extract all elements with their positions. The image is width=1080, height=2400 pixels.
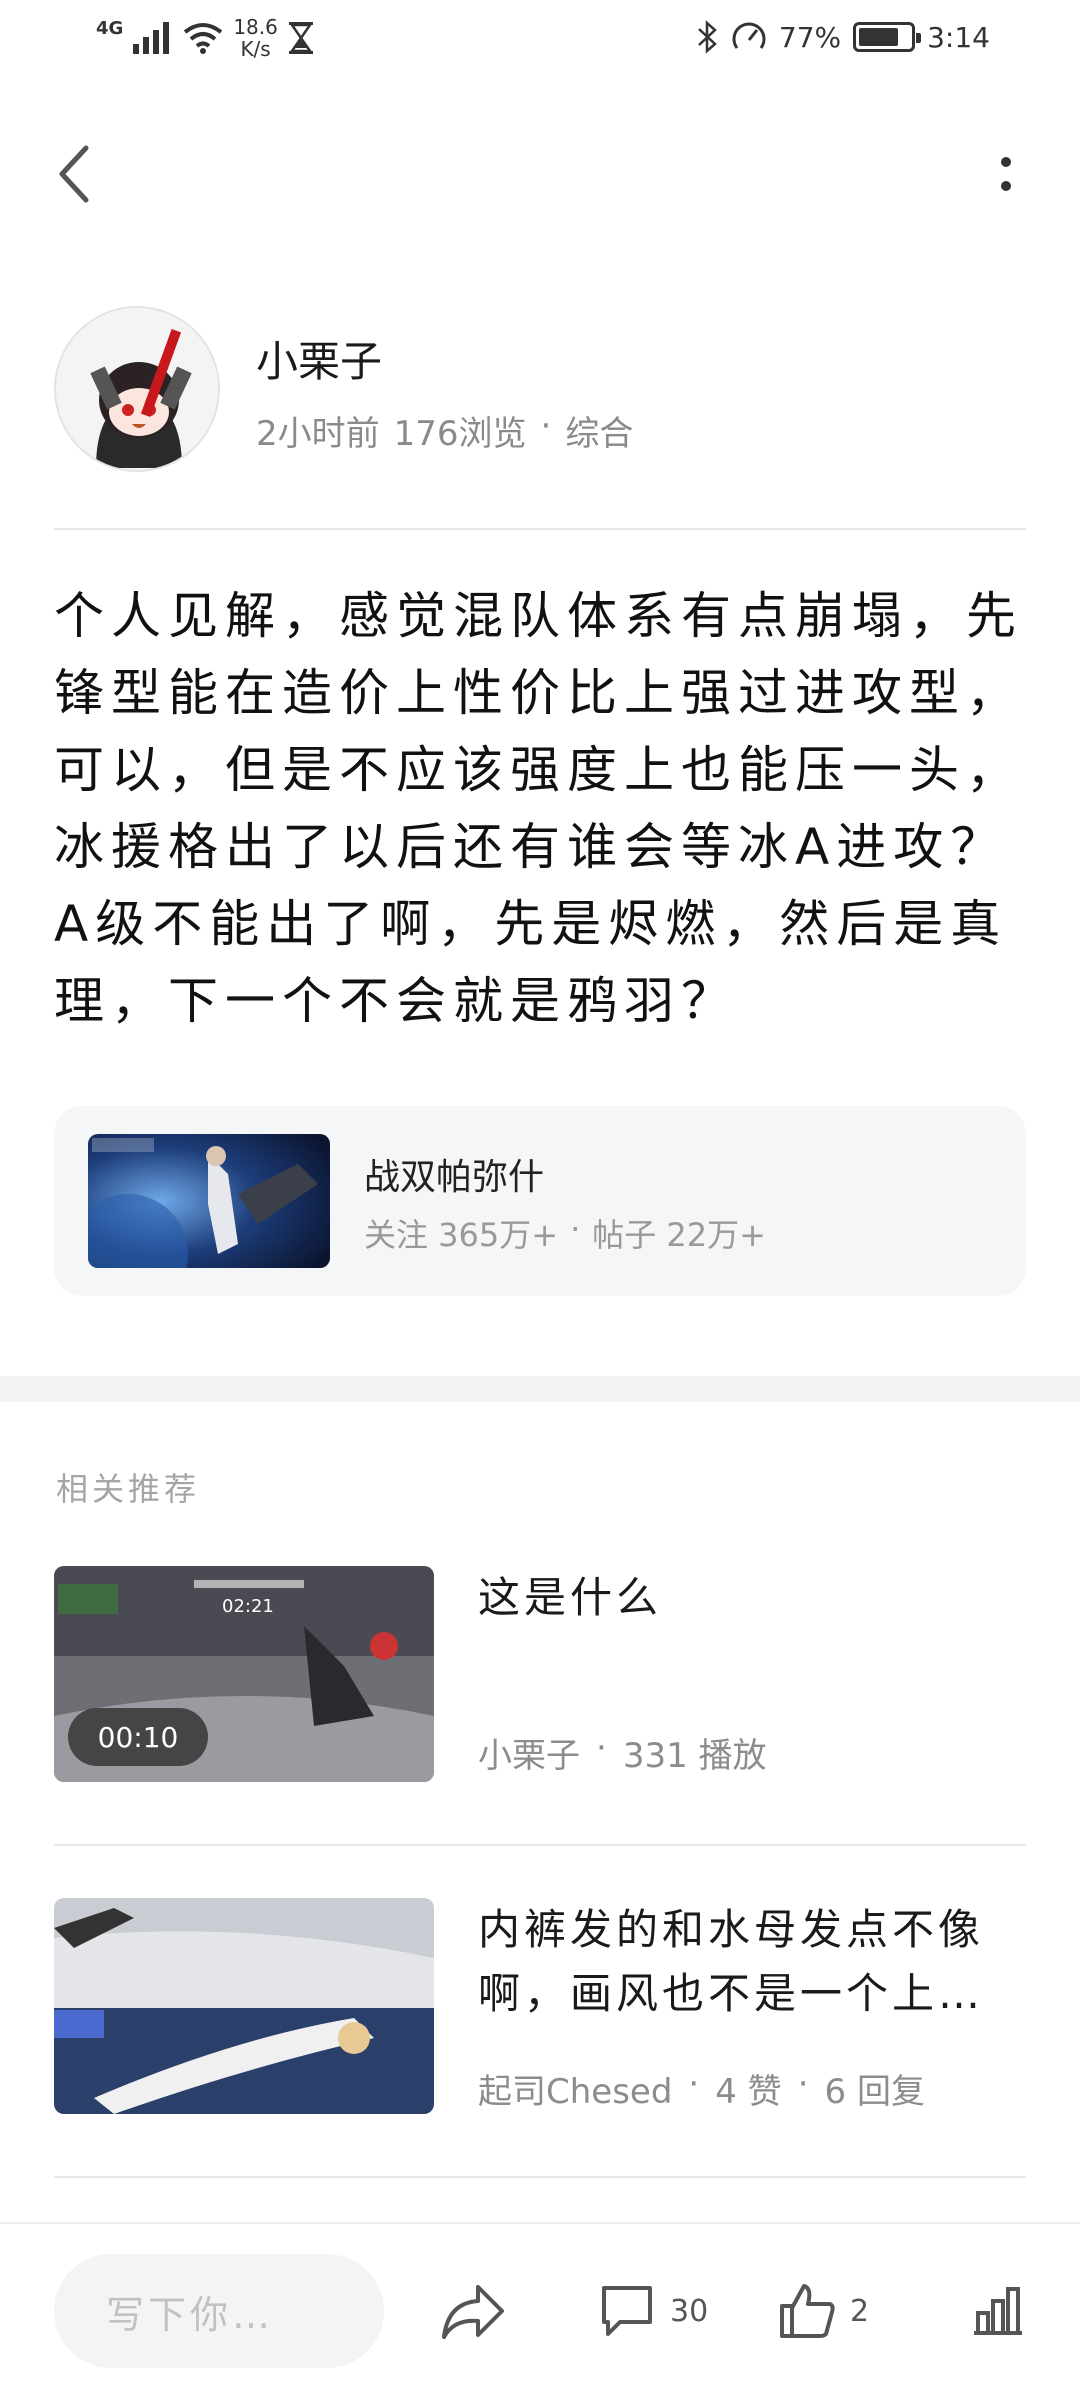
section-gap	[0, 1376, 1080, 1402]
author-name[interactable]: 小栗子	[256, 328, 382, 389]
recommend-author: 小栗子	[478, 1736, 580, 1776]
recommend-item[interactable]: 内裤发的和水母发点不像啊，画风也不是一个上… 起司Chesed · 4 赞 · …	[54, 1898, 1026, 2116]
chevron-left-icon	[59, 145, 89, 203]
recommend-section-title: 相关推荐	[56, 1470, 201, 1508]
recommend-title: 内裤发的和水母发点不像啊，画风也不是一个上…	[478, 1905, 985, 2018]
community-followers: 关注 365万+	[364, 1216, 559, 1254]
bar-chart-icon	[974, 2287, 1022, 2335]
like-count: 4 赞	[715, 2072, 782, 2112]
speed-value: 18.6	[233, 15, 278, 39]
reply-count: 6 回复	[824, 2072, 925, 2112]
community-stats: 关注 365万+ · 帖子 22万+	[364, 1210, 766, 1256]
play-count: 331 播放	[622, 1736, 767, 1776]
status-left: 4G 18.6 K/s	[96, 16, 314, 60]
status-bar: 4G 18.6 K/s 77% 3:14	[0, 0, 1080, 80]
community-card[interactable]: 战双帕弥什 关注 365万+ · 帖子 22万+	[54, 1106, 1026, 1296]
stats-button[interactable]	[970, 2264, 1026, 2358]
recommend-meta: 小栗子 · 331 播放	[478, 1728, 767, 1777]
video-duration: 00:10	[68, 1708, 208, 1766]
back-button[interactable]	[44, 134, 104, 214]
network-speed: 18.6 K/s	[233, 16, 278, 60]
battery-percent: 77%	[778, 20, 842, 54]
bottom-action-bar: 写下你… 30 2	[0, 2222, 1080, 2400]
more-vertical-icon	[1001, 157, 1011, 191]
comment-count: 30	[670, 2293, 709, 2329]
author-header: 小栗子 2小时前 176浏览 · 综合	[54, 306, 1026, 476]
recommend-meta: 起司Chesed · 4 赞 · 6 回复	[478, 2064, 925, 2113]
like-button[interactable]: 2	[778, 2264, 869, 2358]
speedometer-icon	[732, 22, 766, 49]
clock: 3:14	[927, 20, 990, 54]
battery-icon	[853, 22, 922, 52]
post-thumbnail	[54, 1898, 434, 2114]
divider	[54, 2176, 1026, 2178]
thumbs-up-icon	[780, 2284, 835, 2338]
meta-separator: ·	[797, 2064, 809, 2104]
divider	[54, 1844, 1026, 1846]
stats-separator: ·	[570, 1210, 581, 1248]
meta-separator: ·	[688, 2064, 700, 2104]
avatar[interactable]	[54, 306, 220, 472]
svg-text:02:21: 02:21	[222, 1596, 274, 1617]
post-category[interactable]: 综合	[565, 406, 633, 455]
post-time: 2小时前	[256, 414, 380, 454]
meta-separator: ·	[540, 406, 552, 446]
divider	[54, 528, 1026, 530]
like-count: 2	[850, 2293, 870, 2329]
recommend-item[interactable]: 02:21 00:10 这是什么 小栗子 · 331 播放	[54, 1566, 1026, 1784]
battery-level	[859, 28, 898, 46]
meta-separator: ·	[596, 1728, 607, 1768]
comment-button[interactable]: 30	[598, 2264, 708, 2358]
share-icon	[442, 2285, 504, 2339]
hourglass-icon	[288, 22, 313, 54]
top-nav	[0, 120, 1080, 230]
signal-icon	[133, 22, 170, 54]
post-views: 176浏览	[393, 414, 527, 454]
comment-icon	[602, 2286, 652, 2336]
recommend-title: 这是什么	[478, 1573, 663, 1622]
video-thumbnail: 02:21 00:10	[54, 1566, 434, 1782]
more-options-button[interactable]	[976, 134, 1036, 214]
share-button[interactable]	[440, 2264, 506, 2358]
post-body: 个人见解，感觉混队体系有点崩塌，先锋型能在造价上性价比上强过进攻型，可以，但是不…	[54, 587, 1023, 1030]
community-thumbnail	[88, 1134, 330, 1268]
bluetooth-icon	[698, 20, 717, 54]
comment-input[interactable]: 写下你…	[54, 2254, 384, 2368]
status-right: 77% 3:14	[695, 20, 990, 54]
network-type: 4G	[96, 17, 124, 39]
avatar-image	[56, 308, 218, 470]
speed-unit: K/s	[240, 37, 271, 61]
recommend-author: 起司Chesed	[478, 2072, 673, 2112]
community-name: 战双帕弥什	[364, 1157, 545, 1198]
wifi-icon	[184, 23, 223, 54]
community-posts: 帖子 22万+	[592, 1216, 766, 1254]
post-meta: 2小时前 176浏览 · 综合	[256, 406, 633, 455]
